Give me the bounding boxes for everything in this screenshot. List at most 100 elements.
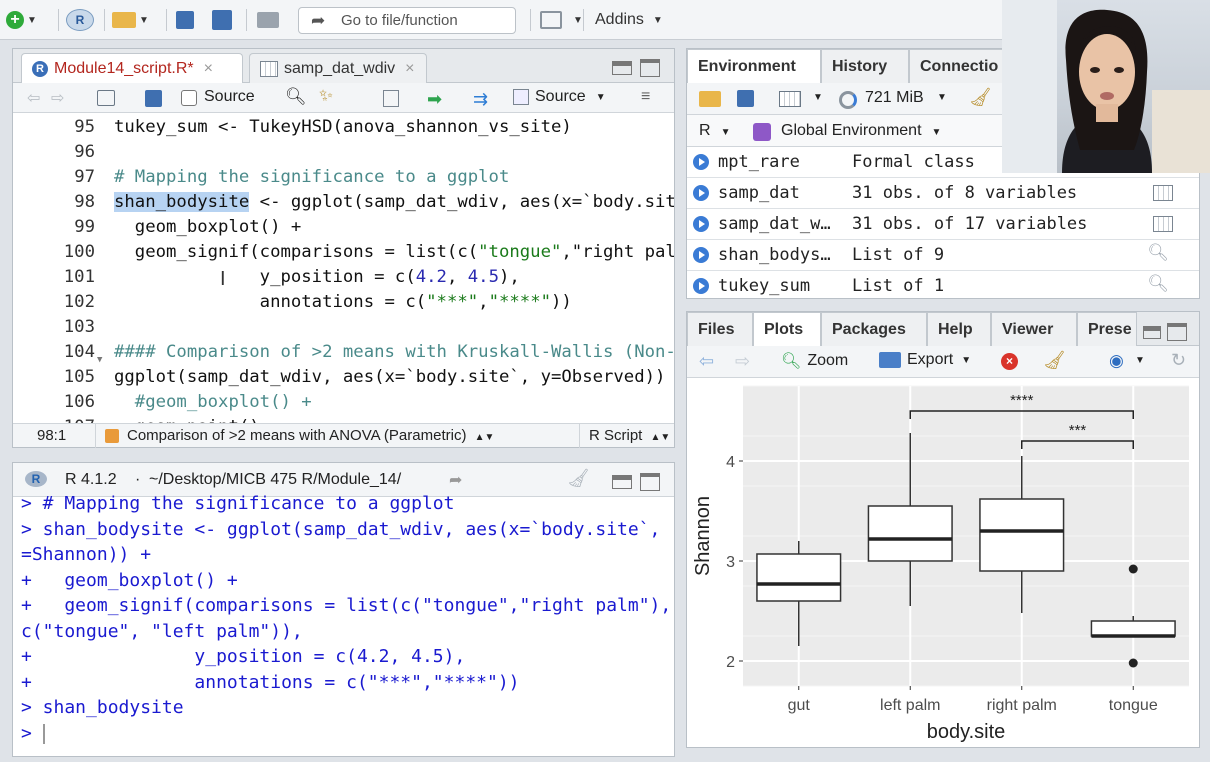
tab-label: Viewer <box>1002 320 1054 338</box>
environment-row[interactable]: samp_dat 31 obs. of 8 variables <box>687 178 1199 209</box>
plots-pane: Files Plots Packages Help Viewer Prese ⇦… <box>686 311 1200 748</box>
tab-history[interactable]: History <box>821 49 909 83</box>
import-dataset-icon[interactable] <box>779 91 801 107</box>
tab-samp-dat-wdiv[interactable]: samp_dat_wdiv × <box>249 53 427 83</box>
previous-plot-icon[interactable]: ⇦ <box>699 351 714 372</box>
save-icon[interactable] <box>145 90 162 107</box>
save-all-button[interactable] <box>212 8 232 32</box>
tab-connections[interactable]: Connectio <box>909 49 1009 83</box>
tab-environment[interactable]: Environment <box>687 49 821 83</box>
rerun-icon[interactable]: ⇉ <box>473 89 488 110</box>
save-button[interactable] <box>176 8 194 32</box>
environment-row[interactable]: samp_dat_w… 31 obs. of 17 variables <box>687 209 1199 240</box>
minimize-icon[interactable] <box>612 61 632 75</box>
console-output[interactable]: > # Mapping the significance to a ggplot… <box>21 491 670 754</box>
save-workspace-icon[interactable] <box>737 90 754 107</box>
expand-icon[interactable] <box>693 216 709 232</box>
source-button[interactable]: Source ▼ <box>513 88 606 106</box>
maximize-icon[interactable] <box>640 473 660 491</box>
clear-objects-icon[interactable]: 🧹︎ <box>969 87 992 108</box>
next-plot-icon[interactable]: ⇨ <box>735 351 750 372</box>
line-number: 96 <box>74 142 95 162</box>
outline-icon[interactable]: ≡ <box>641 88 650 106</box>
code-area[interactable]: 95 tukey_sum <- TukeyHSD(anova_shannon_vs… <box>13 113 674 425</box>
refresh-icon[interactable]: ↻ <box>1171 350 1186 371</box>
tab-help[interactable]: Help <box>927 312 991 346</box>
source-on-save-checkbox[interactable] <box>181 90 197 106</box>
environment-row[interactable]: shan_bodys… List of 9 🔍︎ <box>687 240 1199 271</box>
x-tick-label: tongue <box>1109 697 1158 714</box>
show-in-window-icon[interactable] <box>97 90 115 106</box>
remove-plot-icon[interactable]: × <box>1001 353 1018 370</box>
run-line-icon[interactable]: ➡ <box>427 89 442 110</box>
chevron-down-icon[interactable]: ▼ <box>1135 355 1145 366</box>
console-line: + geom_boxplot() + <box>21 569 238 591</box>
console-line: > # Mapping the significance to a ggplot <box>21 493 455 514</box>
close-icon[interactable]: × <box>405 60 414 78</box>
expand-icon[interactable] <box>693 278 709 294</box>
zoom-button[interactable]: 🔍︎ Zoom <box>781 351 848 371</box>
forward-arrow-icon[interactable]: ⇨ <box>51 88 64 108</box>
search-icon[interactable]: 🔍︎ <box>1147 274 1169 294</box>
code-line: geom_boxplot() + <box>114 217 302 237</box>
goto-file-input[interactable]: ➦ Go to file/function <box>298 7 516 34</box>
minimize-icon[interactable] <box>1143 326 1161 339</box>
environment-icon <box>753 123 771 141</box>
table-icon[interactable] <box>1153 185 1173 201</box>
scope-selector[interactable]: Global Environment ▼ <box>781 122 941 140</box>
chevron-down-icon[interactable]: ▼ <box>937 92 947 103</box>
object-name: samp_dat_w… <box>718 214 831 234</box>
object-name: tukey_sum <box>718 276 811 296</box>
new-project-button[interactable]: R <box>66 8 94 32</box>
publish-icon[interactable]: ◉ <box>1109 351 1124 371</box>
new-file-button[interactable]: + ▼ <box>6 8 37 32</box>
expand-icon[interactable] <box>693 185 709 201</box>
line-number: 100 <box>63 242 95 262</box>
close-icon[interactable]: × <box>204 60 213 78</box>
minimize-icon[interactable] <box>612 475 632 489</box>
memory-usage[interactable]: 721 MiB <box>865 89 924 107</box>
significance-label: **** <box>1010 392 1034 409</box>
back-arrow-icon[interactable]: ⇦ <box>27 88 40 108</box>
clear-plots-icon[interactable]: 🧹︎ <box>1043 350 1066 371</box>
layout-button[interactable]: ▼ <box>540 8 583 32</box>
x-axis-title: body.site <box>927 721 1006 743</box>
go-to-directory-icon[interactable]: ➦ <box>449 470 462 490</box>
separator-dot: · <box>135 471 141 488</box>
tab-presentation[interactable]: Prese <box>1077 312 1137 346</box>
new-file-icon: + <box>6 11 24 29</box>
maximize-icon[interactable] <box>640 59 660 77</box>
table-icon[interactable] <box>1153 216 1173 232</box>
open-file-button[interactable]: ▼ <box>112 8 149 32</box>
language-selector[interactable]: R ▼ <box>699 122 730 140</box>
editor-tabbar: R Module14_script.R* × samp_dat_wdiv × <box>13 49 674 84</box>
expand-icon[interactable] <box>693 154 709 170</box>
addins-menu[interactable]: Addins ▼ <box>595 8 663 32</box>
magic-wand-icon[interactable]: ✨︎ <box>319 86 333 106</box>
tab-label: Help <box>938 320 973 338</box>
export-button[interactable]: Export ▼ <box>879 351 971 369</box>
tab-viewer[interactable]: Viewer <box>991 312 1077 346</box>
compile-report-icon[interactable] <box>383 90 399 107</box>
tab-module14-script[interactable]: R Module14_script.R* × <box>21 53 243 84</box>
tab-files[interactable]: Files <box>687 312 753 346</box>
y-axis-title: Shannon <box>692 496 714 576</box>
search-icon[interactable]: 🔍︎ <box>1147 243 1169 263</box>
expand-icon[interactable] <box>693 247 709 263</box>
environment-row[interactable]: tukey_sum List of 1 🔍︎ <box>687 271 1199 298</box>
tab-label: samp_dat_wdiv <box>284 59 396 77</box>
tab-packages[interactable]: Packages <box>821 312 927 346</box>
tab-plots[interactable]: Plots <box>753 312 821 346</box>
print-button[interactable] <box>257 8 279 32</box>
clear-console-icon[interactable]: 🧹︎ <box>567 468 590 489</box>
chevron-down-icon[interactable]: ▼ <box>813 92 823 103</box>
filetype-selector[interactable]: R Script ▲▼ <box>589 427 670 444</box>
fold-icon[interactable]: ▼ <box>97 348 102 373</box>
search-icon[interactable]: 🔍︎ <box>285 87 307 107</box>
r-file-icon: R <box>32 61 48 77</box>
chevron-down-icon: ▼ <box>139 14 149 26</box>
section-selector[interactable]: Comparison of >2 means with ANOVA (Param… <box>127 427 494 444</box>
maximize-icon[interactable] <box>1167 323 1187 341</box>
load-workspace-icon[interactable] <box>699 91 721 107</box>
goto-placeholder: Go to file/function <box>341 12 458 29</box>
